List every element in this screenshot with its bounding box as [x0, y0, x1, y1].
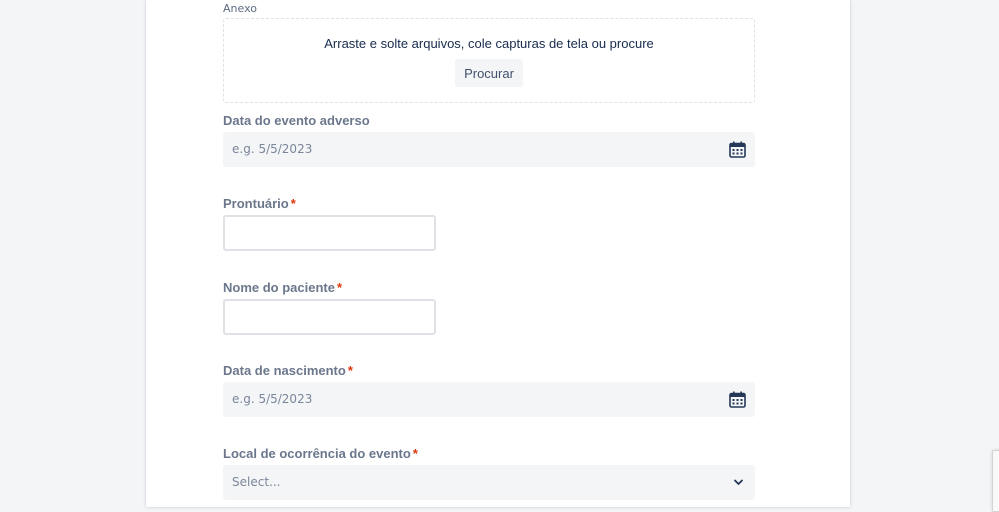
medical-record-label: Prontuário *	[223, 196, 296, 211]
patient-name-field[interactable]	[223, 299, 436, 335]
adverse-event-date-input[interactable]	[232, 132, 712, 167]
event-location-select[interactable]: Select...	[223, 465, 755, 500]
chevron-down-icon[interactable]	[733, 477, 744, 488]
patient-name-label: Nome do paciente *	[223, 280, 342, 295]
dropzone-text: Arraste e solte arquivos, cole capturas …	[324, 36, 654, 51]
required-marker: *	[336, 280, 343, 295]
birth-date-input[interactable]	[232, 382, 712, 417]
birth-date-label: Data de nascimento *	[223, 363, 353, 378]
required-marker: *	[290, 196, 296, 211]
birth-date-label-text: Data de nascimento	[223, 363, 346, 378]
browse-button[interactable]: Procurar	[455, 59, 523, 87]
patient-name-input[interactable]	[225, 301, 434, 333]
medical-record-field[interactable]	[223, 215, 436, 251]
event-location-label: Local de ocorrência do evento *	[223, 446, 418, 461]
medical-record-input[interactable]	[225, 217, 434, 249]
attachment-label: Anexo	[223, 2, 257, 15]
medical-record-label-text: Prontuário	[223, 196, 289, 211]
captcha-badge[interactable]	[992, 450, 999, 512]
adverse-event-date-field[interactable]	[223, 132, 755, 167]
patient-name-label-text: Nome do paciente	[223, 280, 335, 295]
event-location-label-text: Local de ocorrência do evento	[223, 446, 411, 461]
adverse-event-date-label-text: Data do evento adverso	[223, 113, 370, 128]
birth-date-field[interactable]	[223, 382, 755, 417]
required-marker: *	[412, 446, 418, 461]
event-location-selected-value: Select...	[232, 475, 281, 489]
required-marker: *	[347, 363, 353, 378]
adverse-event-date-label: Data do evento adverso	[223, 113, 370, 128]
calendar-icon[interactable]	[729, 391, 746, 408]
attachment-dropzone[interactable]: Arraste e solte arquivos, cole capturas …	[223, 18, 755, 103]
calendar-icon[interactable]	[729, 141, 746, 158]
